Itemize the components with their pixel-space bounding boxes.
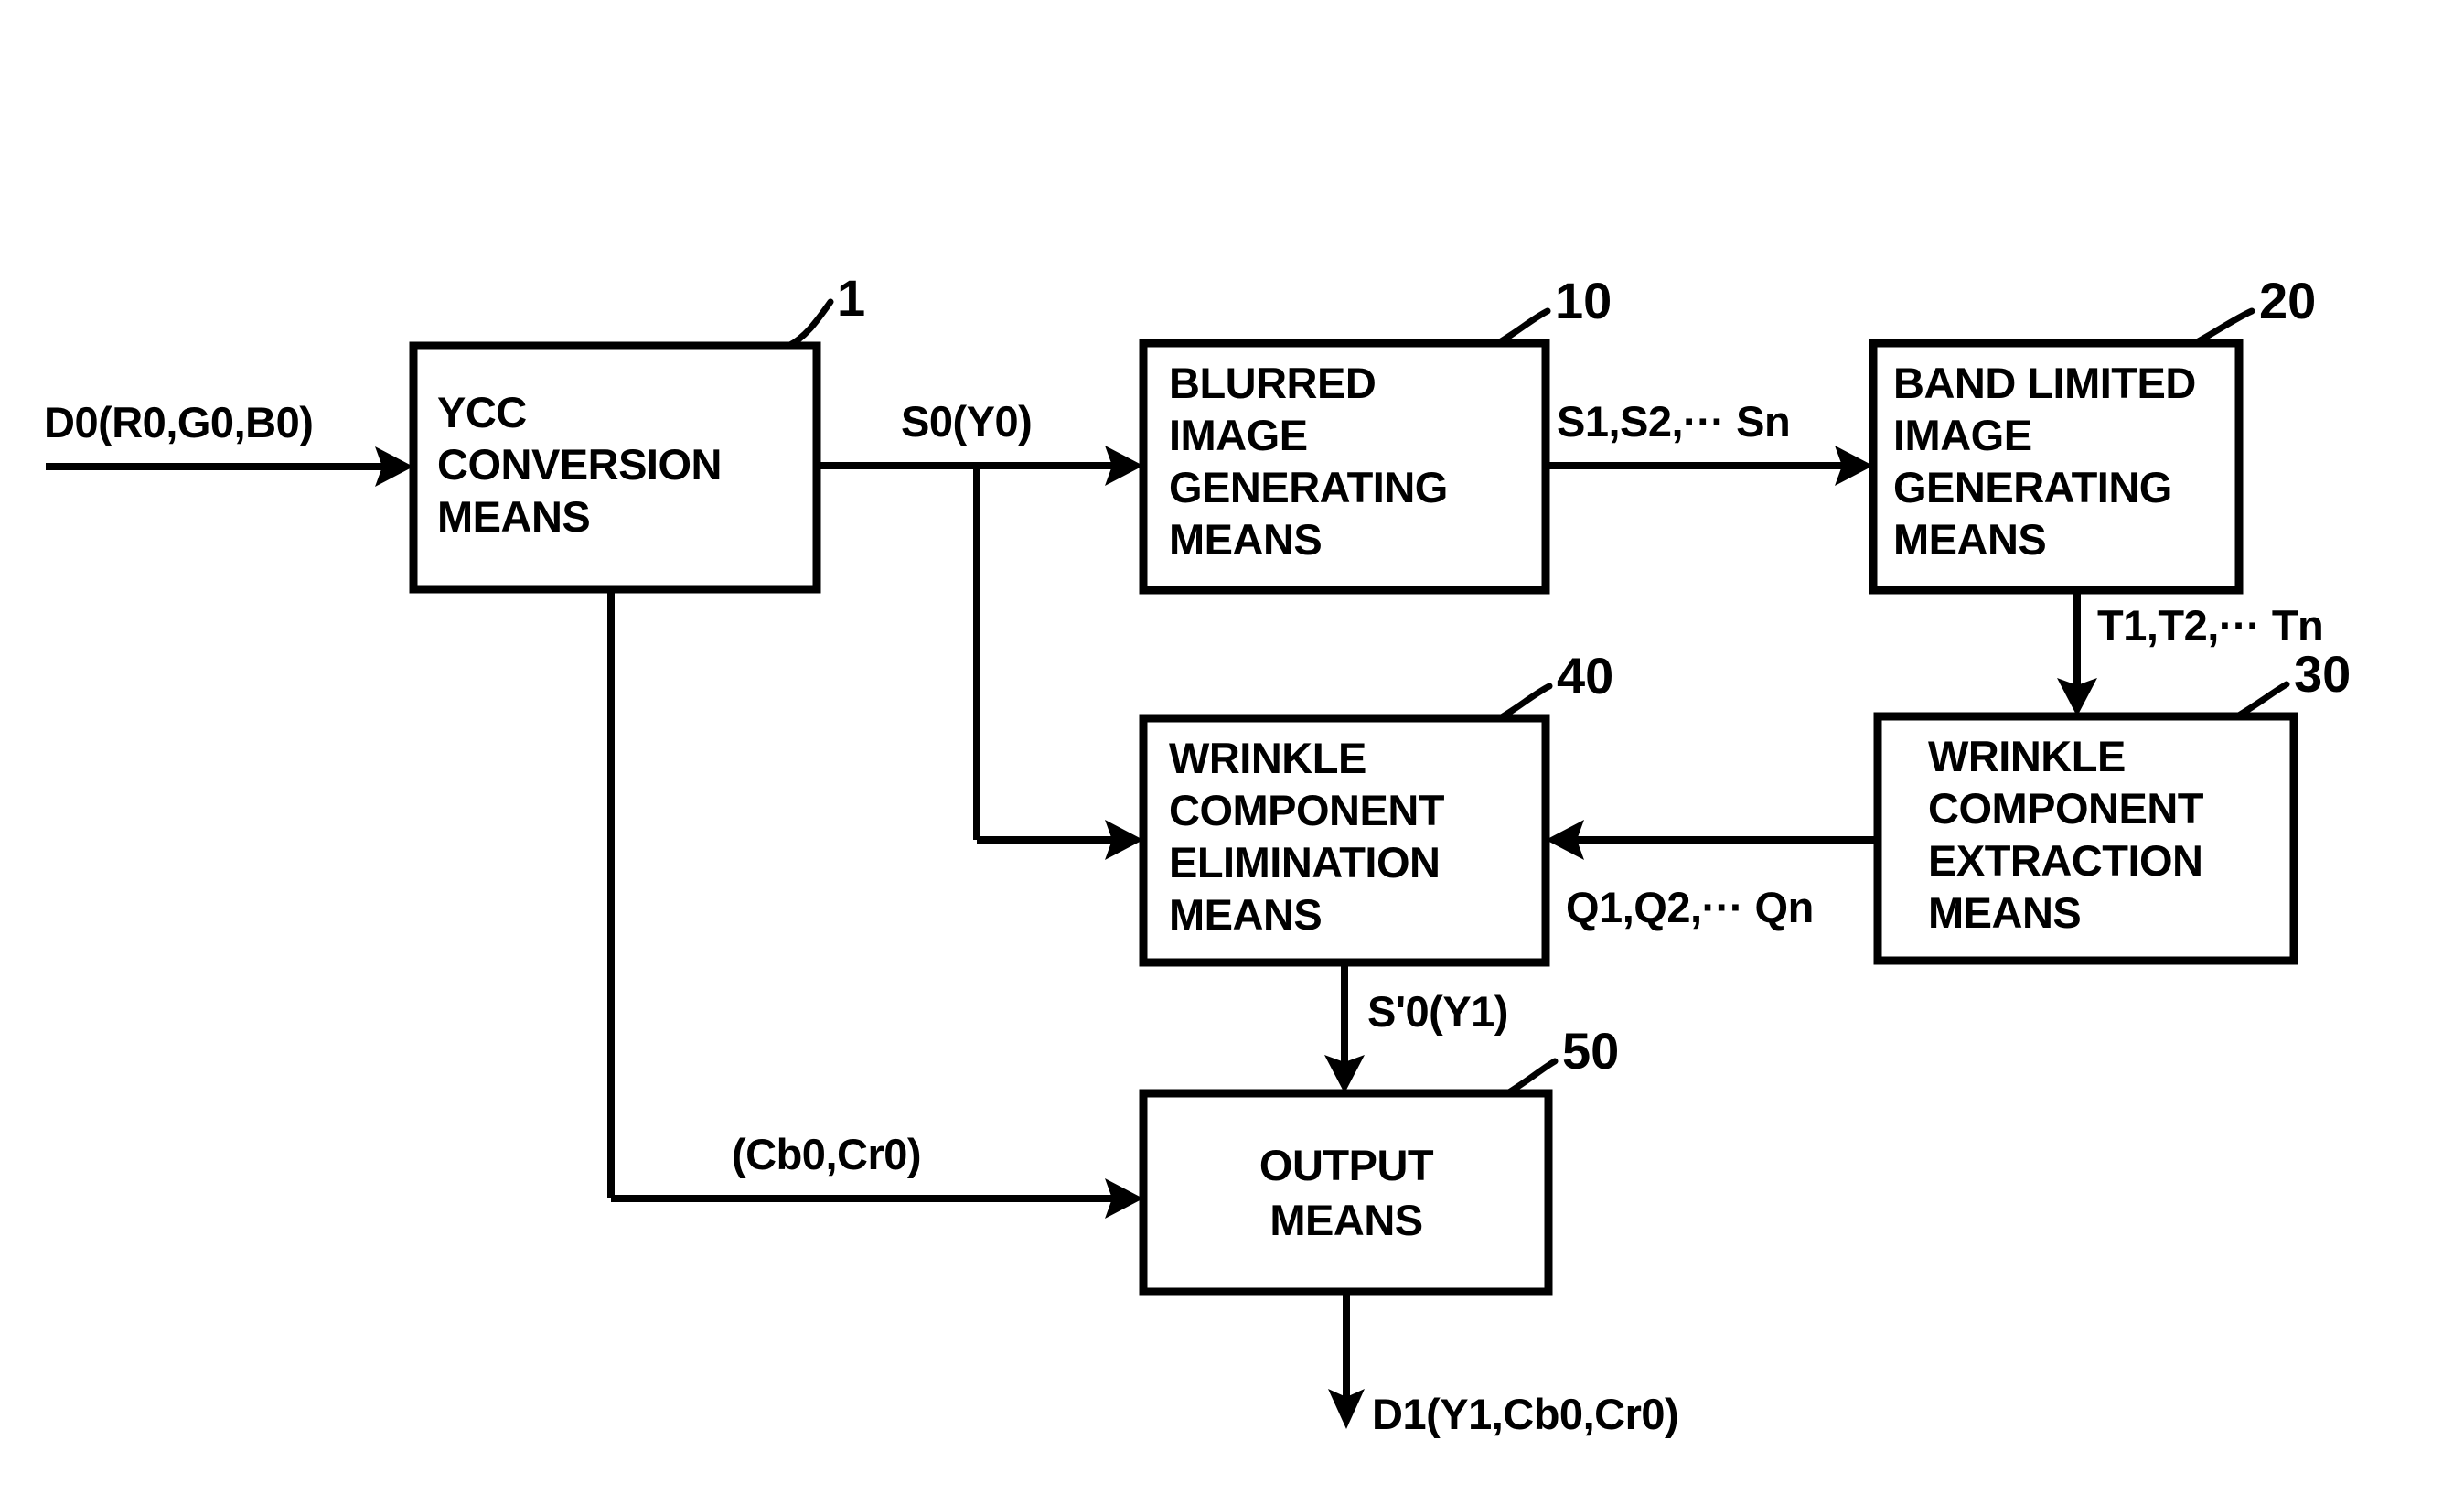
- signal-label-s0-prime: S'0(Y1): [1367, 987, 1508, 1036]
- leader-line-ref-1: [785, 298, 834, 349]
- block-band-limited-label-line1: BAND LIMITED: [1893, 359, 2196, 407]
- signal-label-q-series: Q1,Q2,··· Qn: [1566, 883, 1814, 931]
- leader-line-ref-30: [2234, 681, 2290, 720]
- block-blurred-label-line3: GENERATING: [1169, 463, 1448, 511]
- signal-label-s0: S0(Y0): [901, 397, 1032, 446]
- block-extraction-label-line2: COMPONENT: [1928, 784, 2204, 833]
- block-diagram-canvas: YCC CONVERSION MEANS 1 BLURRED IMAGE GEN…: [0, 0, 2464, 1494]
- block-blurred-label-line4: MEANS: [1169, 515, 1322, 564]
- block-blurred-label-line2: IMAGE: [1169, 411, 1308, 459]
- signal-label-output: D1(Y1,Cb0,Cr0): [1372, 1390, 1678, 1438]
- ref-number-30: 30: [2294, 645, 2351, 703]
- leader-line-ref-20: [2191, 307, 2255, 347]
- diagram-svg: YCC CONVERSION MEANS 1 BLURRED IMAGE GEN…: [44, 269, 2351, 1438]
- block-band-limited-label-line4: MEANS: [1893, 515, 2046, 564]
- block-elimination-label-line4: MEANS: [1169, 890, 1322, 939]
- signal-label-s-series: S1,S2,··· Sn: [1557, 397, 1790, 446]
- leader-line-ref-40: [1496, 683, 1553, 722]
- signal-label-t-series: T1,T2,··· Tn: [2097, 601, 2323, 650]
- block-ycc-label-line2: CONVERSION: [437, 440, 722, 489]
- block-output-label-line2: MEANS: [1269, 1196, 1422, 1244]
- block-ycc-label-line3: MEANS: [437, 492, 590, 541]
- block-extraction-label-line1: WRINKLE: [1928, 732, 2126, 780]
- block-blurred-label-line1: BLURRED: [1169, 359, 1376, 407]
- ref-number-10: 10: [1555, 272, 1612, 329]
- leader-line-ref-50: [1504, 1058, 1559, 1097]
- ref-number-40: 40: [1557, 647, 1613, 704]
- block-elimination-label-line1: WRINKLE: [1169, 734, 1366, 782]
- block-band-limited-label-line3: GENERATING: [1893, 463, 2172, 511]
- block-output-means[interactable]: [1139, 1089, 1553, 1296]
- ref-number-50: 50: [1562, 1022, 1619, 1080]
- block-extraction-label-line4: MEANS: [1928, 888, 2081, 937]
- block-elimination-label-line3: ELIMINATION: [1169, 838, 1441, 887]
- block-band-limited-label-line2: IMAGE: [1893, 411, 2032, 459]
- block-ycc-label-line1: YCC: [437, 388, 527, 436]
- ref-number-1: 1: [837, 269, 865, 327]
- signal-label-input: D0(R0,G0,B0): [44, 398, 313, 446]
- signal-label-chroma: (Cb0,Cr0): [732, 1130, 921, 1178]
- block-elimination-label-line2: COMPONENT: [1169, 786, 1445, 834]
- block-extraction-label-line3: EXTRACTION: [1928, 836, 2203, 885]
- ref-number-20: 20: [2259, 272, 2316, 329]
- block-output-label-line1: OUTPUT: [1259, 1141, 1434, 1189]
- leader-line-ref-10: [1494, 307, 1551, 347]
